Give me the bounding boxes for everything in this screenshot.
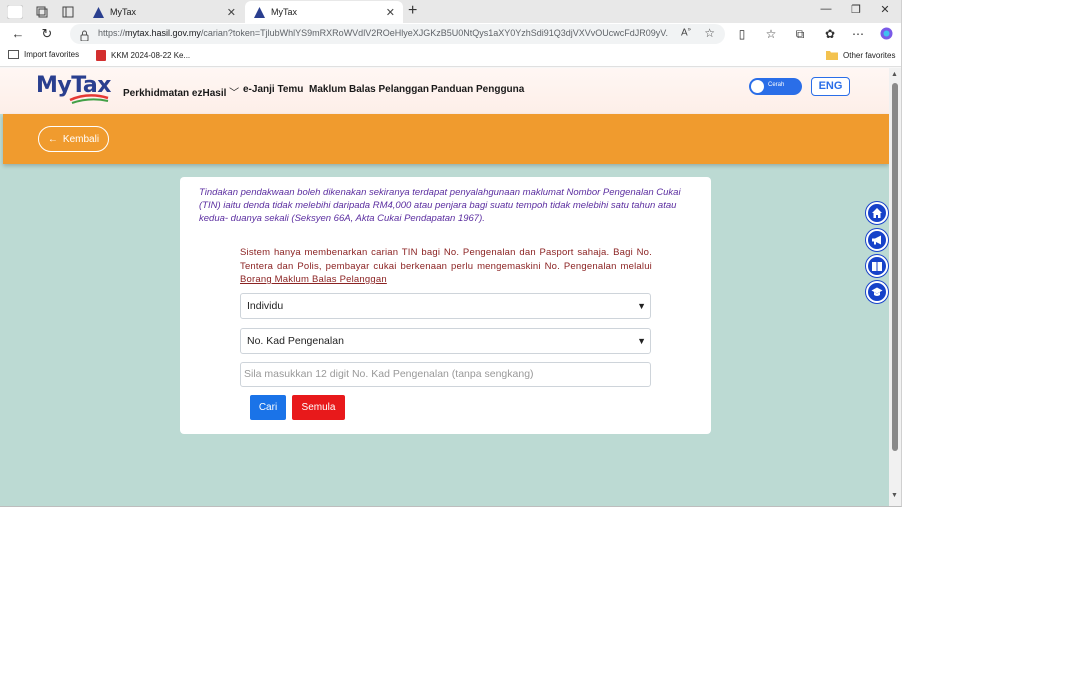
tab-strip: MyTax ✕ MyTax ✕ + — ❐ ✕ <box>0 0 901 23</box>
chevron-down-icon: ▼ <box>637 301 646 311</box>
orange-banner: ← Kembali <box>3 114 889 164</box>
other-favorites[interactable]: Other favorites <box>826 50 895 60</box>
id-type-select[interactable]: No. Kad Pengenalan ▼ <box>240 328 651 354</box>
scroll-down-icon[interactable]: ▼ <box>891 492 898 499</box>
more-menu-icon[interactable]: ⋯ <box>850 27 866 41</box>
chevron-down-icon: ﹀ <box>229 88 240 99</box>
close-icon[interactable]: ✕ <box>227 6 236 19</box>
close-window-icon[interactable]: ✕ <box>874 3 896 16</box>
tab-title: MyTax <box>110 7 137 17</box>
menu-maklum-balas[interactable]: Maklum Balas Pelanggan <box>309 84 429 95</box>
other-favorites-label: Other favorites <box>843 50 896 60</box>
id-number-input[interactable]: Sila masukkan 12 digit No. Kad Pengenala… <box>240 362 651 387</box>
address-bar[interactable]: https://mytax.hasil.gov.my/carian?token=… <box>70 24 725 44</box>
favorites-bar: Import favorites KKM 2024-08-22 Ke... Ot… <box>0 46 901 67</box>
tab-mytax-2[interactable]: MyTax ✕ <box>245 1 403 23</box>
search-notice: Sistem hanya membenarkan carian TIN bagi… <box>240 246 652 287</box>
profile-icon[interactable] <box>6 3 24 20</box>
new-tab-button[interactable]: + <box>408 2 417 20</box>
graduation-cap-icon[interactable] <box>866 281 888 303</box>
reset-button[interactable]: Semula <box>292 395 345 420</box>
split-screen-icon[interactable]: ▯ <box>734 27 750 41</box>
menu-perkhidmatan[interactable]: Perkhidmatan ezHasil ﹀ <box>123 84 239 99</box>
import-icon <box>8 50 19 59</box>
mytax-favicon <box>92 6 104 18</box>
back-button[interactable]: ← Kembali <box>38 126 109 152</box>
workspaces-icon[interactable] <box>33 3 51 20</box>
legal-warning: Tindakan pendakwaan boleh dikenakan seki… <box>199 187 681 224</box>
megaphone-icon[interactable] <box>866 229 888 251</box>
lock-icon <box>80 28 89 46</box>
tab-mytax-1[interactable]: MyTax ✕ <box>84 1 244 23</box>
browser-toolbar: ← ↻ https://mytax.hasil.gov.my/carian?to… <box>0 23 901 46</box>
favorite-label: KKM 2024-08-22 Ke... <box>111 51 191 60</box>
menu-e-janji-temu[interactable]: e-Janji Temu <box>243 84 303 95</box>
favorites-icon[interactable]: ☆ <box>763 27 779 41</box>
search-card: Tindakan pendakwaan boleh dikenakan seki… <box>180 177 711 434</box>
theme-toggle[interactable]: Cerah <box>749 78 802 95</box>
language-button[interactable]: ENG <box>811 77 850 96</box>
feedback-form-link[interactable]: Borang Maklum Balas Pelanggan <box>240 274 387 285</box>
copilot-icon[interactable] <box>878 27 894 43</box>
menu-label: Perkhidmatan ezHasil <box>123 88 227 99</box>
favorite-import[interactable]: Import favorites <box>8 50 79 59</box>
home-icon[interactable] <box>866 202 888 224</box>
favorite-kkm[interactable]: KKM 2024-08-22 Ke... <box>96 50 190 61</box>
back-arrow-icon[interactable]: ← <box>9 26 27 41</box>
book-icon[interactable] <box>866 255 888 277</box>
browser-window: MyTax ✕ MyTax ✕ + — ❐ ✕ ← ↻ https://myta… <box>0 0 902 507</box>
site-header: MyTax Perkhidmatan ezHasil ﹀ e-Janji Tem… <box>0 68 889 114</box>
toggle-label: Cerah <box>768 82 785 88</box>
minimize-icon[interactable]: — <box>815 3 837 15</box>
pdf-icon <box>96 50 106 61</box>
page-viewport: MyTax Perkhidmatan ezHasil ﹀ e-Janji Tem… <box>0 68 889 506</box>
favorite-label: Import favorites <box>24 50 80 59</box>
restore-icon[interactable]: ❐ <box>845 3 867 16</box>
favorite-star-icon[interactable]: ☆ <box>704 26 715 40</box>
collections-icon[interactable]: ⧉ <box>792 27 808 42</box>
chevron-down-icon: ▼ <box>637 336 646 346</box>
tab-title: MyTax <box>271 7 298 17</box>
close-icon[interactable]: ✕ <box>386 6 395 19</box>
back-label: Kembali <box>62 133 100 145</box>
extensions-icon[interactable]: ✿ <box>822 27 838 41</box>
taxpayer-type-select[interactable]: Individu ▼ <box>240 293 651 319</box>
page-scrollbar[interactable]: ▲ ▼ <box>889 68 901 506</box>
input-placeholder: Sila masukkan 12 digit No. Kad Pengenala… <box>244 368 534 380</box>
logo-swoosh-icon <box>69 94 109 104</box>
folder-icon <box>826 50 838 60</box>
menu-panduan[interactable]: Panduan Pengguna <box>431 84 524 95</box>
read-aloud-icon[interactable]: A» <box>681 27 691 38</box>
select-value: Individu <box>247 300 284 312</box>
search-button[interactable]: Cari <box>250 395 286 420</box>
arrow-left-icon: ← <box>47 133 58 145</box>
select-value: No. Kad Pengenalan <box>247 335 344 347</box>
notice-text: Sistem hanya membenarkan carian TIN bagi… <box>240 247 652 272</box>
toggle-knob <box>751 80 764 93</box>
scroll-thumb[interactable] <box>892 83 898 451</box>
mytax-favicon <box>253 6 265 18</box>
scroll-up-icon[interactable]: ▲ <box>891 71 898 78</box>
tab-actions-icon[interactable] <box>59 3 77 20</box>
url-text: https://mytax.hasil.gov.my/carian?token=… <box>98 28 668 38</box>
refresh-icon[interactable]: ↻ <box>38 26 56 42</box>
